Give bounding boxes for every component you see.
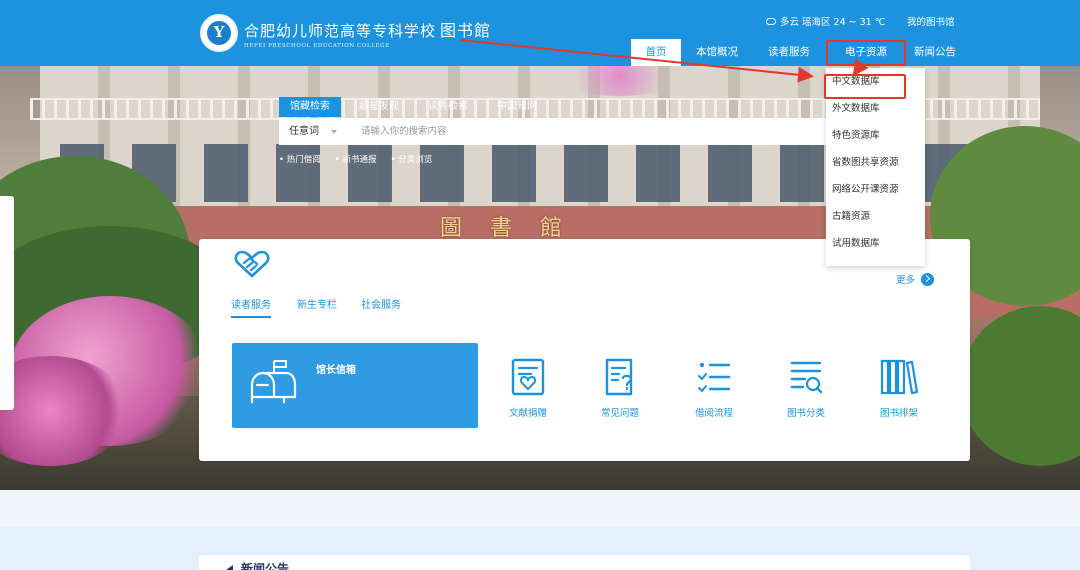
more-link[interactable]: 更多 — [896, 272, 935, 286]
search-tabs: 馆藏检索 超星发现 读秀检索 中国知网 — [279, 97, 555, 117]
quick-link-popular[interactable]: 热门借阅 — [279, 153, 321, 165]
library-sign: 圖書館 — [440, 216, 591, 241]
dropdown-item-foreign-db[interactable]: 外文数据库 — [826, 95, 925, 122]
nav-about[interactable]: 本馆概况 — [691, 39, 743, 66]
logo-school-name: 合肥幼儿师范高等专科学校 — [244, 22, 437, 40]
site-logo[interactable]: 合肥幼儿师范高等专科学校 图书館 HEFEI PRESCHOOL EDUCATI… — [200, 14, 491, 52]
service-donation[interactable]: 文献捐赠 — [498, 357, 558, 419]
borrow-list-icon — [698, 362, 731, 393]
director-mailbox-label: 馆长信箱 — [316, 365, 356, 376]
faq-icon — [605, 358, 633, 396]
quick-link-new-books[interactable]: 新书通报 — [335, 153, 376, 165]
service-borrow-process-label: 借阅流程 — [694, 408, 733, 419]
service-book-classification-label: 图书分类 — [786, 408, 825, 419]
weather-icon — [766, 17, 776, 25]
search-bar: 任意词 — [279, 118, 839, 145]
nav-news[interactable]: 新闻公告 — [909, 39, 961, 66]
service-faq-label: 常见问题 — [600, 408, 639, 419]
news-section-card — [199, 555, 970, 570]
logo-library-name: 图书館 — [440, 21, 492, 40]
search-tab-catalog[interactable]: 馆藏检索 — [279, 97, 341, 117]
dropdown-item-provincial-shared[interactable]: 省数图共享资源 — [826, 149, 925, 176]
more-arrow-icon — [921, 272, 935, 286]
chevron-down-icon — [331, 129, 337, 134]
tab-social-services[interactable]: 社会服务 — [361, 296, 401, 316]
handshake-icon — [233, 249, 271, 283]
search-input[interactable] — [349, 118, 839, 145]
service-faq[interactable]: 常见问题 — [590, 357, 650, 419]
weather-info: 多云 瑶海区 24 ~ 31 ℃ — [766, 14, 885, 28]
search-tab-chaoxing[interactable]: 超星发现 — [348, 97, 410, 117]
school-emblem-icon — [200, 14, 238, 52]
service-shelving-label: 图书排架 — [879, 408, 918, 419]
dropdown-item-trial-db[interactable]: 试用数据库 — [826, 230, 925, 257]
mailbox-icon — [248, 359, 298, 409]
service-borrow-process[interactable]: 借阅流程 — [684, 357, 744, 419]
service-book-classification[interactable]: 图书分类 — [776, 357, 836, 419]
search-scope-select[interactable]: 任意词 — [279, 118, 349, 145]
news-section-title: 新闻公告 — [226, 560, 289, 570]
tab-reader-services[interactable]: 读者服务 — [231, 296, 271, 318]
side-float-toolbar[interactable] — [0, 196, 14, 410]
search-quick-links: 热门借阅 新书通报 分类浏览 — [279, 153, 432, 165]
dropdown-item-special-db[interactable]: 特色资源库 — [826, 122, 925, 149]
dropdown-item-open-courses[interactable]: 网络公开课资源 — [826, 176, 925, 203]
my-library-link[interactable]: 我的图书馆 — [907, 14, 955, 28]
dropdown-item-ancient-books[interactable]: 古籍资源 — [826, 203, 925, 230]
search-scope-value: 任意词 — [289, 126, 319, 137]
highlight-box-nav — [826, 40, 906, 66]
nav-reader-services[interactable]: 读者服务 — [763, 39, 815, 66]
logo-english-name: HEFEI PRESCHOOL EDUCATION COLLEGE — [244, 43, 390, 49]
highlight-box-dropdown — [824, 74, 906, 99]
service-panel: 更多 读者服务 新生专栏 社会服务 馆长信箱 文献捐赠 常见问题 借阅流程 图书… — [199, 239, 970, 461]
service-donation-label: 文献捐赠 — [508, 408, 547, 419]
tab-freshman[interactable]: 新生专栏 — [297, 296, 337, 316]
donation-doc-icon — [511, 358, 545, 396]
books-shelf-icon — [880, 359, 919, 395]
service-shelving[interactable]: 图书排架 — [869, 357, 929, 419]
director-mailbox-card[interactable]: 馆长信箱 — [232, 343, 478, 428]
search-tab-duxiu[interactable]: 读秀检索 — [417, 97, 479, 117]
weather-text: 多云 瑶海区 24 ~ 31 ℃ — [780, 17, 886, 28]
book-search-icon — [790, 361, 823, 394]
more-label: 更多 — [896, 275, 916, 286]
search-tab-cnki[interactable]: 中国知网 — [486, 97, 548, 117]
quick-link-browse[interactable]: 分类浏览 — [390, 153, 432, 165]
nav-home[interactable]: 首页 — [631, 39, 681, 66]
